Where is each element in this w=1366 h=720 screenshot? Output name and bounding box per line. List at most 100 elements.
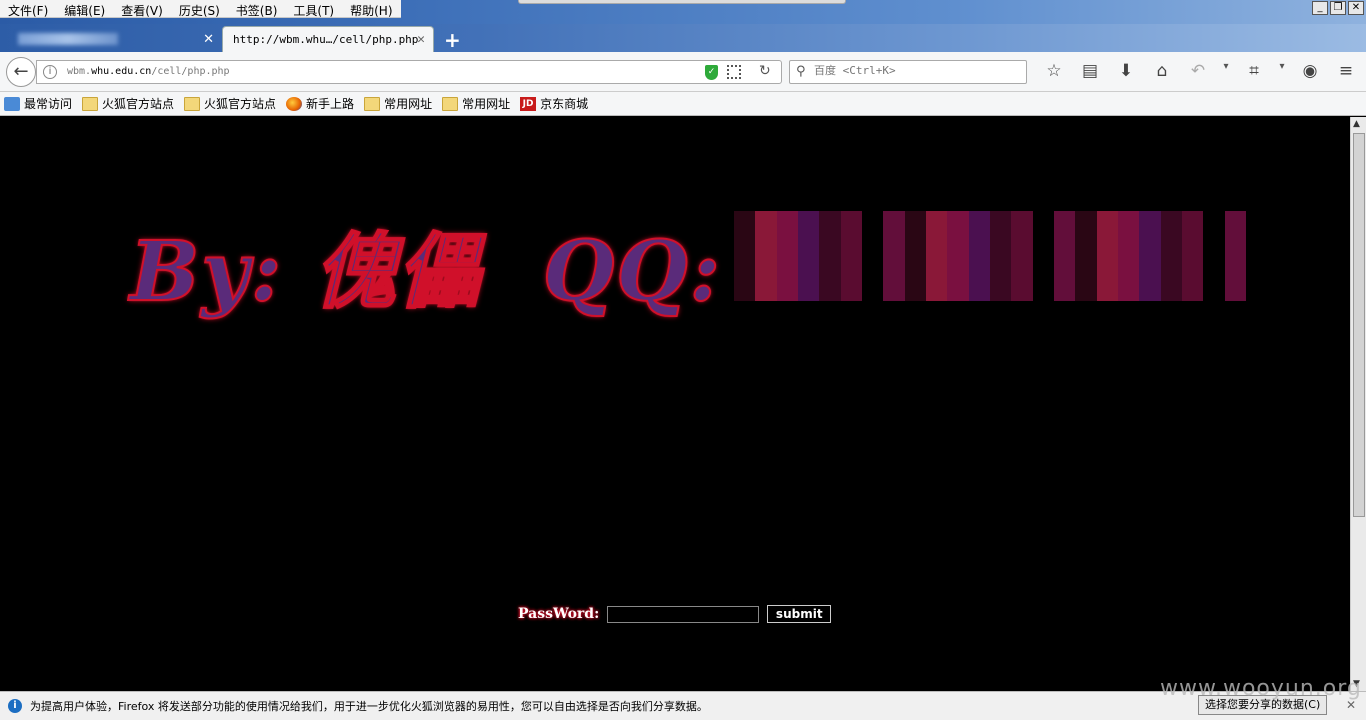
redaction-block: [1118, 256, 1140, 279]
bookmark-folder[interactable]: 火狐官方站点: [82, 95, 174, 112]
menu-help[interactable]: 帮助(H): [342, 0, 400, 18]
bookmark-label: 新手上路: [306, 97, 355, 111]
crop-icon[interactable]: ⌗: [1236, 61, 1272, 81]
search-input[interactable]: [814, 64, 1014, 77]
menu-icon[interactable]: ≡: [1328, 61, 1364, 81]
reload-icon[interactable]: ↻: [759, 63, 771, 79]
bookmark-getting-started[interactable]: 新手上路: [286, 95, 354, 112]
redaction-block: [755, 233, 777, 256]
url-text[interactable]: wbm.whu.edu.cn/cell/php.php: [67, 66, 230, 77]
shield-icon[interactable]: ✓: [705, 65, 718, 80]
restore-button[interactable]: ❐: [1330, 1, 1346, 15]
redaction-block: [1182, 233, 1204, 256]
tab-inactive[interactable]: ✕: [0, 26, 222, 52]
redaction-block: [883, 278, 905, 301]
menu-file[interactable]: 文件(F): [0, 0, 56, 18]
pixelated-redaction: [734, 211, 1246, 301]
menu-tools[interactable]: 工具(T): [285, 0, 342, 18]
redaction-block: [1032, 278, 1054, 301]
redaction-block: [926, 256, 948, 279]
redaction-block: [883, 233, 905, 256]
redaction-block: [990, 211, 1012, 234]
redaction-block: [904, 233, 926, 256]
redaction-block: [1224, 278, 1246, 301]
url-bar[interactable]: i wbm.whu.edu.cn/cell/php.php ✓ ↻: [36, 60, 782, 84]
window-controls: _ ❐ ✕: [1312, 1, 1364, 15]
tab-active[interactable]: http://wbm.whu…/cell/php.php ✕: [222, 26, 434, 52]
redaction-block: [1075, 278, 1097, 301]
redaction-block: [990, 233, 1012, 256]
back-button[interactable]: ←: [6, 57, 36, 87]
undo-icon[interactable]: ↶: [1180, 61, 1216, 81]
bookmark-label: 火狐官方站点: [102, 97, 175, 111]
redaction-block: [734, 278, 756, 301]
redaction-block: [968, 278, 990, 301]
bookmark-label: 常用网址: [462, 97, 511, 111]
redaction-block: [904, 256, 926, 279]
qr-code-icon[interactable]: [727, 65, 741, 79]
redaction-block: [819, 211, 841, 234]
chat-icon[interactable]: ◉: [1292, 61, 1328, 81]
close-tab-icon[interactable]: ✕: [203, 32, 214, 47]
redaction-block: [968, 256, 990, 279]
dropdown-icon[interactable]: ▾: [1272, 61, 1292, 81]
bookmark-folder[interactable]: 常用网址: [442, 95, 510, 112]
bookmark-jd[interactable]: JD 京东商城: [520, 95, 588, 112]
redaction-block: [862, 211, 884, 234]
bookmark-folder[interactable]: 常用网址: [364, 95, 432, 112]
redaction-block: [819, 233, 841, 256]
redaction-block: [776, 211, 798, 234]
menu-bookmarks[interactable]: 书签(B): [228, 0, 286, 18]
scrollbar-thumb[interactable]: [1353, 133, 1365, 517]
folder-icon: [364, 96, 381, 111]
bookmark-folder[interactable]: 火狐官方站点: [184, 95, 276, 112]
redaction-block: [1203, 278, 1225, 301]
home-icon[interactable]: ⌂: [1144, 61, 1180, 81]
redaction-block: [1139, 278, 1161, 301]
redaction-block: [904, 278, 926, 301]
info-icon: i: [8, 699, 22, 713]
reading-list-icon[interactable]: ▤: [1072, 61, 1108, 81]
vertical-scrollbar[interactable]: ▲ ▼: [1350, 117, 1366, 691]
redaction-block: [947, 211, 969, 234]
redaction-block: [819, 256, 841, 279]
dropdown-icon[interactable]: ▾: [1216, 61, 1236, 81]
bookmark-star-icon[interactable]: ☆: [1036, 61, 1072, 81]
redaction-block: [1203, 256, 1225, 279]
redaction-block: [1032, 211, 1054, 234]
redaction-block: [904, 211, 926, 234]
minimize-button[interactable]: _: [1312, 1, 1328, 15]
close-window-button[interactable]: ✕: [1348, 1, 1364, 15]
redaction-block: [947, 256, 969, 279]
password-label: PassWord:: [518, 606, 600, 622]
scroll-up-icon[interactable]: ▲: [1353, 119, 1360, 129]
download-icon[interactable]: ⬇: [1108, 61, 1144, 81]
redaction-block: [1203, 211, 1225, 234]
redaction-block: [1096, 211, 1118, 234]
redaction-block: [755, 211, 777, 234]
toolbar-icons: ☆ ▤ ⬇ ⌂ ↶ ▾ ⌗ ▾ ◉ ≡: [1036, 61, 1364, 81]
redaction-block: [1182, 256, 1204, 279]
bookmark-most-visited[interactable]: 最常访问: [4, 95, 72, 112]
redaction-block: [968, 233, 990, 256]
menu-view[interactable]: 查看(V): [113, 0, 171, 18]
menu-history[interactable]: 历史(S): [171, 0, 228, 18]
bookmark-label: 京东商城: [540, 97, 589, 111]
redaction-block: [862, 278, 884, 301]
menu-bar: 文件(F) 编辑(E) 查看(V) 历史(S) 书签(B) 工具(T) 帮助(H…: [0, 0, 401, 18]
new-tab-button[interactable]: +: [444, 28, 461, 52]
close-tab-icon[interactable]: ✕: [417, 32, 425, 47]
menu-edit[interactable]: 编辑(E): [56, 0, 113, 18]
redaction-block: [926, 233, 948, 256]
redaction-block: [840, 211, 862, 234]
submit-button[interactable]: submit: [767, 605, 832, 623]
redaction-block: [734, 233, 756, 256]
redaction-block: [1118, 211, 1140, 234]
redaction-block: [1011, 233, 1033, 256]
password-input[interactable]: [607, 605, 760, 623]
redaction-block: [1032, 256, 1054, 279]
title-popup-stub: [518, 0, 846, 4]
search-bar[interactable]: ⚲: [789, 60, 1027, 84]
redaction-block: [1054, 211, 1076, 234]
site-info-icon[interactable]: i: [43, 65, 57, 79]
